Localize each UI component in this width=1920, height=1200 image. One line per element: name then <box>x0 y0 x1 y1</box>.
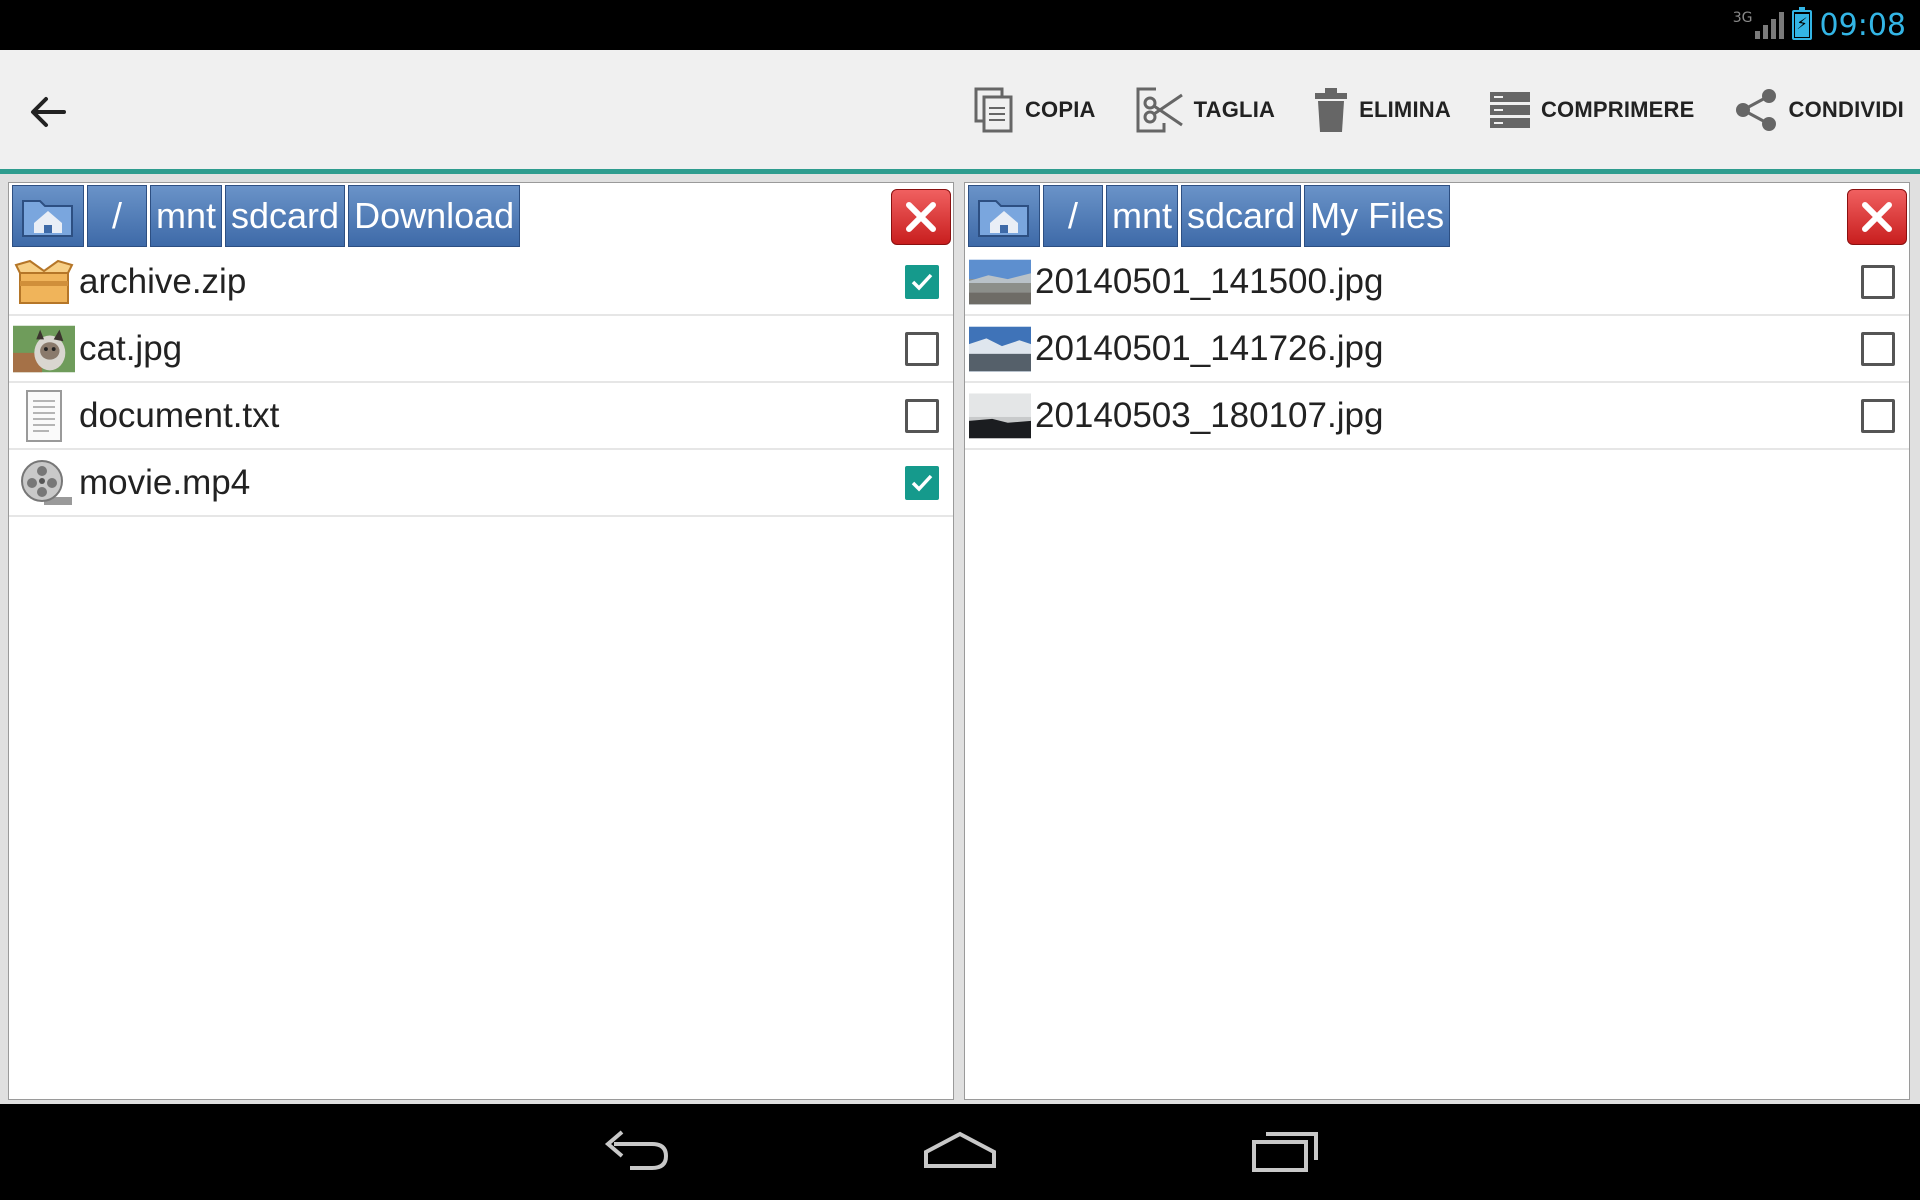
file-checkbox[interactable] <box>905 466 939 500</box>
breadcrumb-root[interactable]: / <box>1043 185 1103 247</box>
nav-back-button[interactable] <box>600 1126 672 1181</box>
file-name: archive.zip <box>79 261 247 301</box>
breadcrumb-my-files[interactable]: My Files <box>1304 185 1451 247</box>
file-name: movie.mp4 <box>79 462 251 502</box>
arrow-left-icon <box>31 97 66 127</box>
trash-icon <box>1315 87 1348 132</box>
breadcrumb: / mnt sdcard My Files <box>968 185 1451 247</box>
image-thumbnail <box>13 324 75 374</box>
file-list: archive.zip cat.jpg document.txt movie.m… <box>9 249 953 517</box>
cut-button[interactable]: TAGLIA <box>1134 85 1275 135</box>
file-row[interactable]: cat.jpg <box>9 316 953 383</box>
breadcrumb-sdcard[interactable]: sdcard <box>225 185 346 247</box>
copy-icon <box>974 87 1013 132</box>
file-checkbox[interactable] <box>1861 332 1895 366</box>
file-row[interactable]: 20140503_180107.jpg <box>965 383 1909 450</box>
breadcrumb: / mnt sdcard Download <box>12 185 521 247</box>
nav-recent-apps-button[interactable] <box>1250 1126 1322 1181</box>
nav-home-button[interactable] <box>922 1126 998 1181</box>
back-icon <box>604 1130 669 1170</box>
breadcrumb-sdcard[interactable]: sdcard <box>1181 185 1302 247</box>
battery-icon: ⚡ <box>1791 7 1812 40</box>
back-button[interactable] <box>26 90 70 134</box>
breadcrumb-mnt[interactable]: mnt <box>1106 185 1179 247</box>
file-checkbox[interactable] <box>1861 265 1895 299</box>
film-reel-icon <box>13 458 75 508</box>
signal-icon <box>1754 11 1784 39</box>
navigation-bar <box>0 1104 1920 1200</box>
checkmark-icon <box>911 474 933 492</box>
file-name: document.txt <box>79 395 280 435</box>
image-thumbnail <box>969 257 1031 307</box>
share-icon <box>1735 88 1776 131</box>
share-label: CONDIVIDI <box>1788 96 1904 122</box>
file-row[interactable]: archive.zip <box>9 249 953 316</box>
breadcrumb-home[interactable] <box>968 185 1040 247</box>
recent-apps-icon <box>1252 1132 1318 1172</box>
file-list: 20140501_141500.jpg 20140501_141726.jpg <box>965 249 1909 450</box>
file-name: 20140501_141726.jpg <box>1035 328 1384 368</box>
compress-label: COMPRIMERE <box>1540 96 1695 122</box>
file-name: 20140501_141500.jpg <box>1035 261 1384 301</box>
clock: 09:08 <box>1819 7 1906 43</box>
close-pane-button[interactable] <box>891 189 951 245</box>
file-row[interactable]: document.txt <box>9 383 953 450</box>
copy-label: COPIA <box>1024 96 1096 122</box>
share-button[interactable]: CONDIVIDI <box>1733 87 1904 133</box>
action-toolbar: COPIA TAGLIA ELIMINA COMPRIMERE CONDIVID… <box>935 50 1904 169</box>
file-checkbox[interactable] <box>905 399 939 433</box>
copy-button[interactable]: COPIA <box>973 86 1096 134</box>
home-folder-icon <box>22 200 73 237</box>
action-bar: COPIA TAGLIA ELIMINA COMPRIMERE CONDIVID… <box>0 50 1920 174</box>
archive-icon <box>13 257 75 307</box>
text-file-icon <box>13 389 75 442</box>
left-pane: / mnt sdcard Download archive.zip cat.jp… <box>8 182 954 1100</box>
checkmark-icon <box>911 273 933 291</box>
file-name: cat.jpg <box>79 328 183 368</box>
breadcrumb-root[interactable]: / <box>87 185 147 247</box>
cut-label: TAGLIA <box>1193 96 1276 122</box>
file-checkbox[interactable] <box>905 332 939 366</box>
home-folder-icon <box>978 200 1029 237</box>
breadcrumb-download[interactable]: Download <box>348 185 521 247</box>
compress-icon <box>1489 91 1530 128</box>
close-icon <box>1862 202 1892 232</box>
delete-label: ELIMINA <box>1359 96 1451 122</box>
image-thumbnail <box>969 324 1031 374</box>
file-row[interactable]: movie.mp4 <box>9 450 953 517</box>
file-name: 20140503_180107.jpg <box>1035 395 1384 435</box>
breadcrumb-home[interactable] <box>12 185 84 247</box>
image-thumbnail <box>969 391 1031 441</box>
file-checkbox[interactable] <box>1861 399 1895 433</box>
right-pane: / mnt sdcard My Files 20140501_141500.jp… <box>964 182 1910 1100</box>
file-checkbox[interactable] <box>905 265 939 299</box>
network-type: 3G <box>1732 10 1753 26</box>
status-bar: 3G ⚡ 09:08 <box>0 0 1920 50</box>
close-icon <box>906 202 936 232</box>
status-icons: 3G ⚡ 09:08 <box>1733 6 1906 44</box>
file-row[interactable]: 20140501_141500.jpg <box>965 249 1909 316</box>
home-icon <box>924 1131 996 1168</box>
cut-icon <box>1136 87 1183 132</box>
file-row[interactable]: 20140501_141726.jpg <box>965 316 1909 383</box>
compress-button[interactable]: COMPRIMERE <box>1489 90 1695 130</box>
breadcrumb-mnt[interactable]: mnt <box>150 185 223 247</box>
delete-button[interactable]: ELIMINA <box>1313 86 1451 134</box>
close-pane-button[interactable] <box>1847 189 1907 245</box>
